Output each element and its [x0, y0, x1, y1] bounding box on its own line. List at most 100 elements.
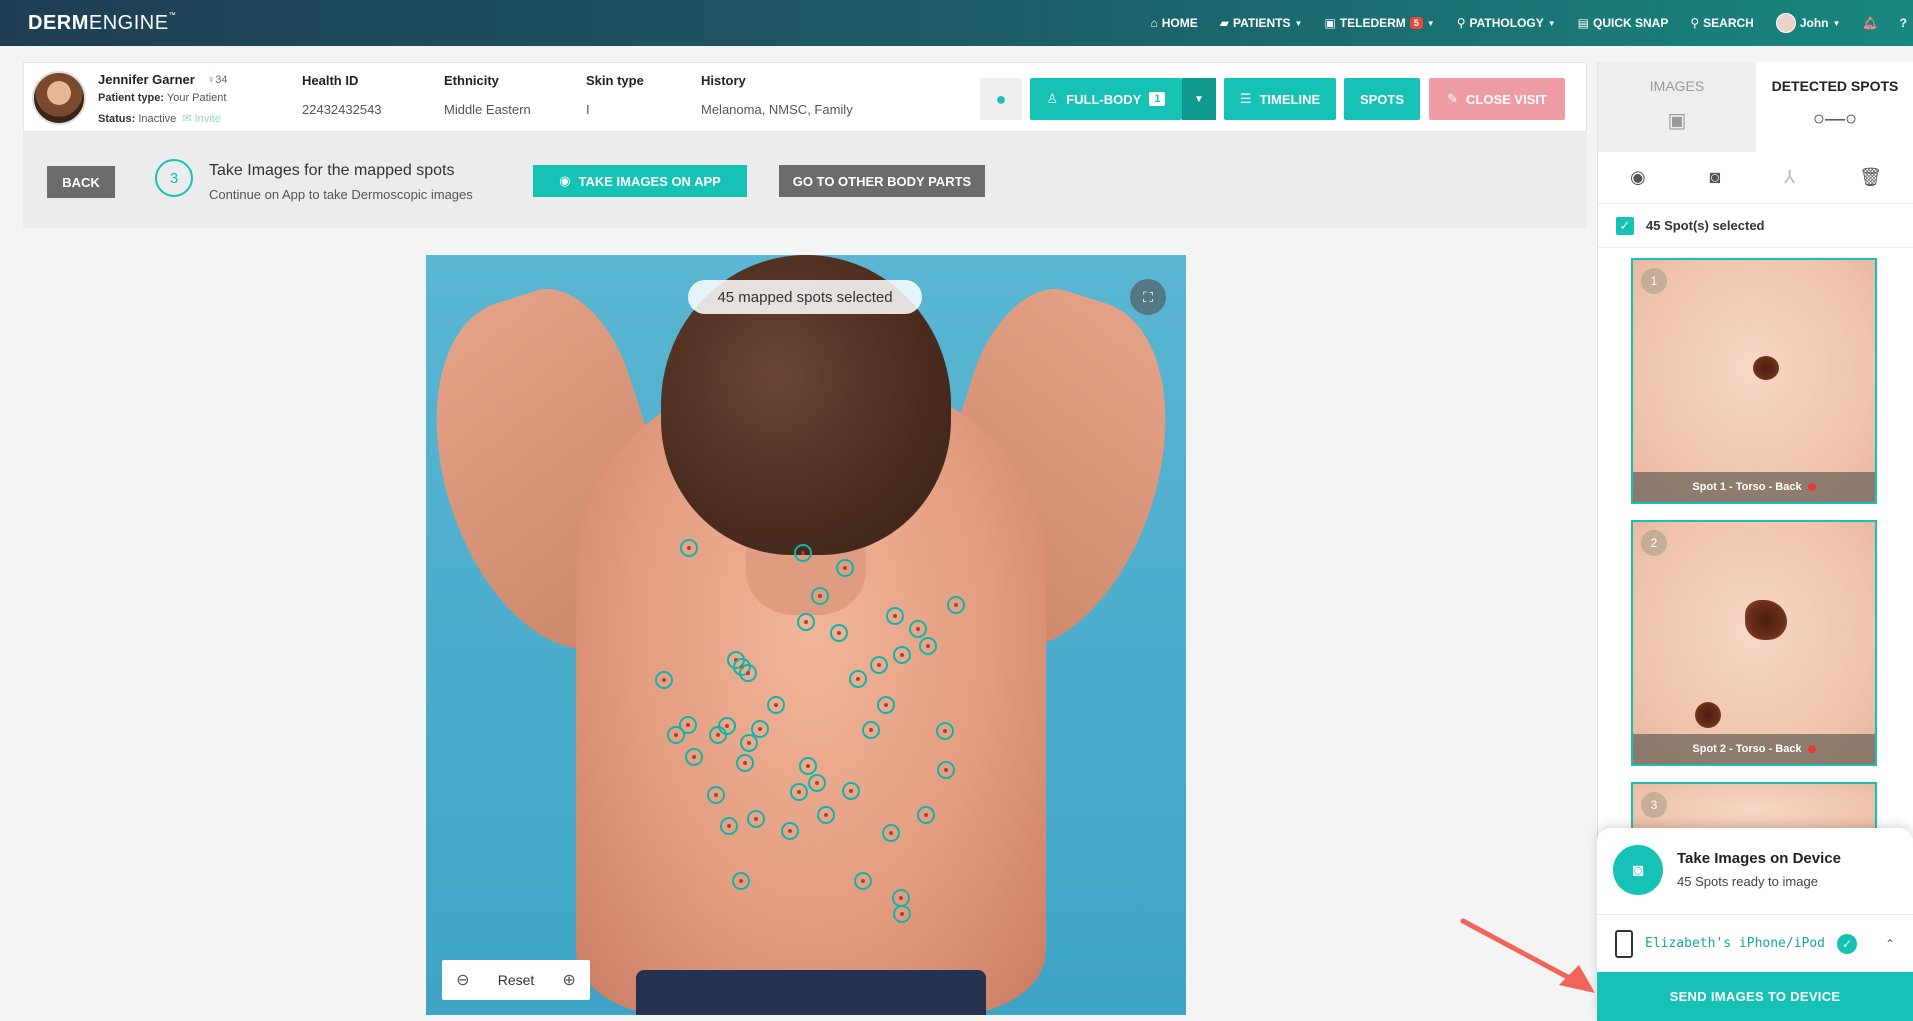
spot-marker[interactable]: [877, 696, 895, 714]
status-dot: [1807, 483, 1816, 491]
spot-marker[interactable]: [794, 544, 812, 562]
mole-image: [1753, 356, 1779, 380]
spot-marker[interactable]: [849, 670, 867, 688]
spot-marker[interactable]: [870, 656, 888, 674]
spot-marker[interactable]: [854, 872, 872, 890]
nav-pathology[interactable]: ⚲ PATHOLOGY ▼: [1457, 16, 1556, 30]
spot-marker[interactable]: [680, 539, 698, 557]
close-visit-button[interactable]: ✎ CLOSE VISIT: [1429, 78, 1565, 120]
spot-thumbnail[interactable]: 2 Spot 2 - Torso - Back: [1631, 520, 1877, 766]
full-body-count: 1: [1149, 92, 1166, 106]
spot-marker[interactable]: [720, 817, 738, 835]
spot-marker[interactable]: [655, 671, 673, 689]
full-body-dropdown[interactable]: ▼: [1182, 78, 1216, 120]
device-name: Elizabeth's iPhone/iPod: [1645, 936, 1826, 951]
spot-marker[interactable]: [781, 822, 799, 840]
ethnicity-field: Ethnicity Middle Eastern: [444, 73, 531, 117]
chevron-down-icon: ▼: [1832, 18, 1841, 28]
back-button[interactable]: BACK: [47, 166, 115, 198]
nav-search[interactable]: ⚲ SEARCH: [1690, 16, 1753, 30]
selection-row: ✓ 45 Spot(s) selected: [1598, 204, 1913, 248]
spot-marker[interactable]: [886, 607, 904, 625]
spot-marker[interactable]: [811, 587, 829, 605]
spot-marker[interactable]: [790, 783, 808, 801]
spot-marker[interactable]: [909, 620, 927, 638]
nav-user-menu[interactable]: John ▼: [1775, 13, 1841, 33]
chevron-down-icon: ▼: [1294, 18, 1303, 28]
spot-caption: Spot 2 - Torso - Back: [1633, 734, 1875, 764]
body-map-viewer[interactable]: 45 mapped spots selected ⛶ ⊖ Reset ⊕: [426, 255, 1186, 1015]
spot-marker[interactable]: [739, 664, 757, 682]
spot-marker[interactable]: [797, 613, 815, 631]
step-number: 3: [155, 159, 193, 197]
spot-marker[interactable]: [893, 646, 911, 664]
bell-icon: 🔔︎: [1862, 16, 1878, 30]
nav-patients[interactable]: ▰ PATIENTS ▼: [1220, 16, 1303, 30]
spot-marker[interactable]: [679, 716, 697, 734]
link-nodes-icon: ○—○: [1812, 108, 1858, 130]
fullscreen-button[interactable]: ⛶: [1130, 279, 1166, 315]
send-camera-icon[interactable]: ◙: [1710, 167, 1721, 188]
send-images-button[interactable]: SEND IMAGES TO DEVICE: [1597, 972, 1913, 1021]
health-id-field: Health ID 22432432543: [302, 73, 382, 117]
spot-marker[interactable]: [836, 559, 854, 577]
nav-home[interactable]: ⌂ HOME: [1150, 16, 1197, 30]
dermengine-logo[interactable]: DERMENGINE™: [28, 12, 176, 35]
spot-marker[interactable]: [808, 774, 826, 792]
merge-icon[interactable]: ⅄: [1784, 167, 1795, 188]
spot-marker[interactable]: [842, 782, 860, 800]
zoom-out-icon[interactable]: ⊖: [456, 970, 469, 990]
nav-quick-snap[interactable]: ▤ QUICK SNAP: [1578, 16, 1669, 30]
spot-marker[interactable]: [685, 748, 703, 766]
other-body-parts-button[interactable]: GO TO OTHER BODY PARTS: [779, 165, 985, 197]
zoom-in-icon[interactable]: ⊕: [562, 970, 575, 990]
spot-marker[interactable]: [732, 872, 750, 890]
spot-thumbnail[interactable]: 1 Spot 1 - Torso - Back: [1631, 258, 1877, 504]
take-images-on-app-button[interactable]: ◉ TAKE IMAGES ON APP: [533, 165, 747, 197]
person-icon: ●: [995, 88, 1007, 109]
spot-marker[interactable]: [736, 754, 754, 772]
spot-marker[interactable]: [718, 717, 736, 735]
tab-detected-spots[interactable]: DETECTED SPOTS ○—○: [1756, 62, 1913, 152]
help-button[interactable]: ?: [1900, 16, 1907, 30]
invite-link[interactable]: ✉ Invite: [182, 113, 221, 125]
spot-marker[interactable]: [747, 810, 765, 828]
spot-marker[interactable]: [917, 806, 935, 824]
spot-marker[interactable]: [830, 624, 848, 642]
spot-marker[interactable]: [740, 734, 758, 752]
notifications-bell[interactable]: 🔔︎: [1862, 16, 1877, 30]
patient-type: Patient type: Your Patient: [98, 92, 227, 104]
device-selector[interactable]: Elizabeth's iPhone/iPod ✓ ⌃: [1597, 914, 1913, 972]
nav-telederm[interactable]: ▣ TELEDERM 5 ▼: [1324, 16, 1434, 30]
spot-marker[interactable]: [817, 806, 835, 824]
spot-number: 2: [1641, 530, 1667, 556]
step-title: Take Images for the mapped spots: [209, 162, 455, 179]
spot-caption: Spot 1 - Torso - Back: [1633, 472, 1875, 502]
chevron-up-icon[interactable]: ⌃: [1885, 937, 1895, 951]
spot-marker[interactable]: [862, 721, 880, 739]
timeline-button[interactable]: ☰ TIMELINE: [1224, 78, 1336, 120]
spots-button[interactable]: SPOTS: [1344, 78, 1420, 120]
trash-icon[interactable]: 🗑︎: [1859, 167, 1882, 188]
spot-marker[interactable]: [707, 786, 725, 804]
patient-profile-button[interactable]: ●: [980, 78, 1022, 120]
spot-marker[interactable]: [882, 824, 900, 842]
spot-marker[interactable]: [893, 905, 911, 923]
spot-marker[interactable]: [919, 637, 937, 655]
history-field: History Melanoma, NMSC, Family: [701, 73, 853, 117]
camera-icon: ◉: [559, 173, 571, 188]
spot-marker[interactable]: [936, 722, 954, 740]
top-navbar: DERMENGINE™ ⌂ HOME ▰ PATIENTS ▼ ▣ TELEDE…: [0, 0, 1913, 46]
reset-zoom-button[interactable]: Reset: [498, 972, 535, 988]
spot-marker[interactable]: [947, 596, 965, 614]
user-circle-icon[interactable]: ◉: [1630, 167, 1646, 188]
panel-toolbar: ◉ ◙ ⅄ 🗑︎: [1598, 152, 1913, 204]
mapped-spots-indicator: 45 mapped spots selected: [688, 280, 922, 314]
spot-marker[interactable]: [799, 757, 817, 775]
select-all-checkbox[interactable]: ✓: [1616, 216, 1634, 235]
spot-marker[interactable]: [937, 761, 955, 779]
spot-marker[interactable]: [767, 696, 785, 714]
zoom-controls: ⊖ Reset ⊕: [442, 960, 590, 1000]
tab-images[interactable]: IMAGES ▣: [1598, 62, 1756, 152]
full-body-button[interactable]: ♙ FULL-BODY 1: [1030, 78, 1182, 120]
